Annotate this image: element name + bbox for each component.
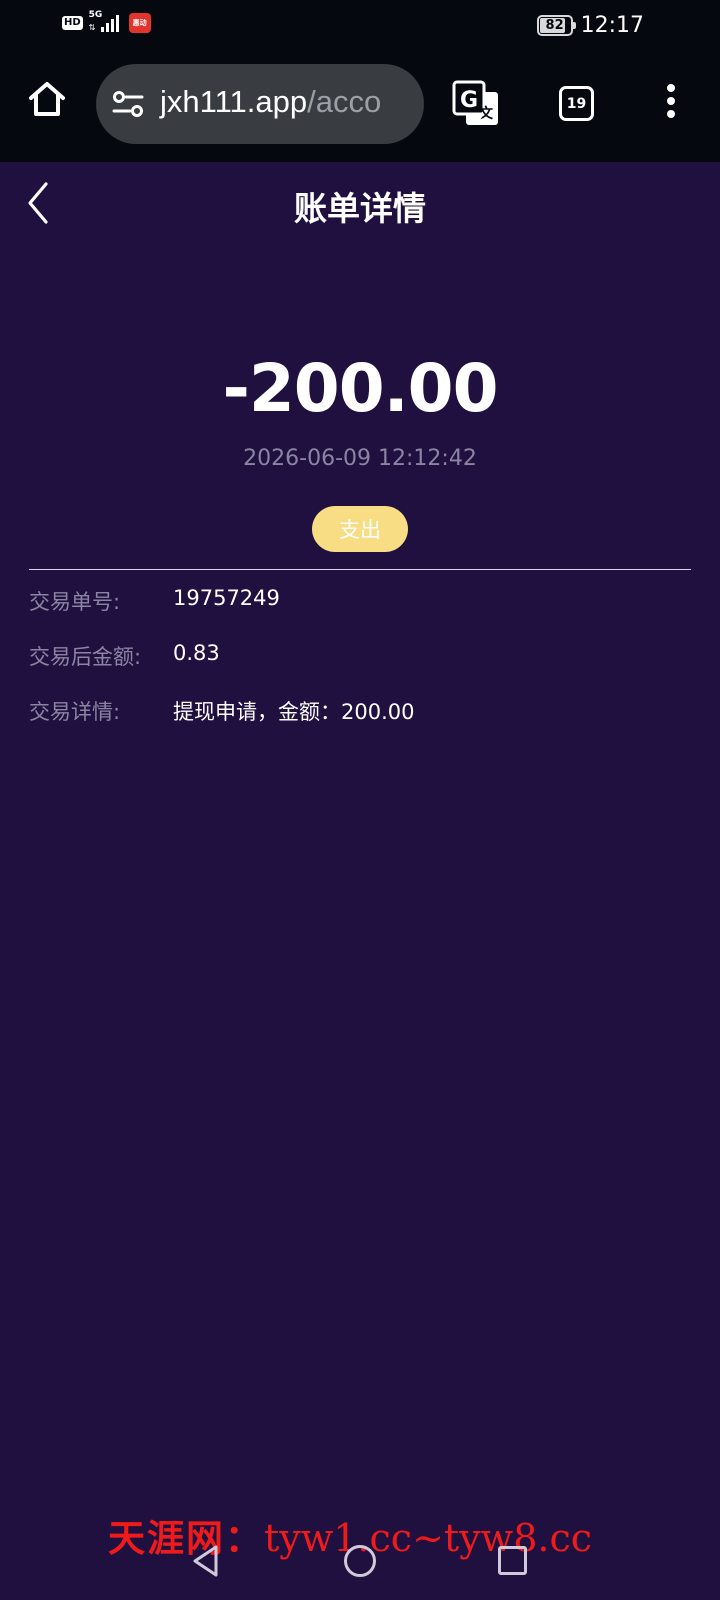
watermark-en: tyw1.cc~tyw8.cc	[264, 1516, 593, 1560]
status-bar: HD 5G ⇅ 惠动 82 12:17	[0, 0, 720, 48]
transaction-type-badge: 支出	[312, 506, 408, 552]
detail-row-balance-after: 交易后金额: 0.83	[29, 641, 691, 673]
url-path: /acco	[307, 84, 382, 119]
detail-label: 交易详情:	[29, 700, 121, 724]
divider	[29, 569, 691, 570]
svg-text:G: G	[460, 88, 478, 113]
url-text[interactable]: jxh111.app/acco	[160, 84, 381, 120]
detail-row-order-number: 交易单号: 19757249	[29, 586, 691, 618]
nav-home-icon[interactable]	[344, 1545, 376, 1577]
detail-value: 提现申请，金额：200.00	[173, 700, 415, 724]
svg-text:文: 文	[479, 105, 494, 122]
nav-recents-icon[interactable]	[498, 1546, 527, 1575]
status-icons-left: HD 5G ⇅ 惠动	[62, 10, 151, 34]
cellular-signal-icon: 5G ⇅	[89, 10, 123, 34]
status-icons-right: 82 12:17	[536, 13, 644, 38]
battery-icon: 82	[536, 15, 576, 36]
nav-back-icon[interactable]	[190, 1544, 222, 1578]
transaction-datetime: 2026-06-09 12:12:42	[243, 446, 477, 471]
detail-value: 19757249	[173, 586, 280, 610]
tab-switcher-button[interactable]: 19	[559, 86, 594, 121]
transaction-amount: -200.00	[222, 350, 498, 427]
hd-icon: HD	[62, 16, 83, 30]
home-icon[interactable]	[26, 78, 68, 120]
browser-toolbar: jxh111.app/acco G 文 19	[0, 48, 720, 162]
detail-label: 交易单号:	[29, 590, 121, 614]
detail-label: 交易后金额:	[29, 645, 142, 669]
app-notification-icon: 惠动	[128, 13, 151, 33]
watermark-cn: 天涯网：	[108, 1516, 264, 1560]
detail-value: 0.83	[173, 641, 220, 665]
clock: 12:17	[580, 13, 644, 38]
translate-icon[interactable]: G 文	[452, 80, 500, 128]
battery-level: 82	[545, 18, 564, 33]
detail-row-description: 交易详情: 提现申请，金额：200.00	[29, 696, 691, 728]
more-vert-icon[interactable]	[660, 84, 682, 124]
url-domain: jxh111.app	[160, 84, 308, 119]
address-bar[interactable]: jxh111.app/acco	[96, 64, 424, 144]
page-title: 账单详情	[294, 189, 426, 228]
tune-icon[interactable]	[112, 90, 144, 118]
